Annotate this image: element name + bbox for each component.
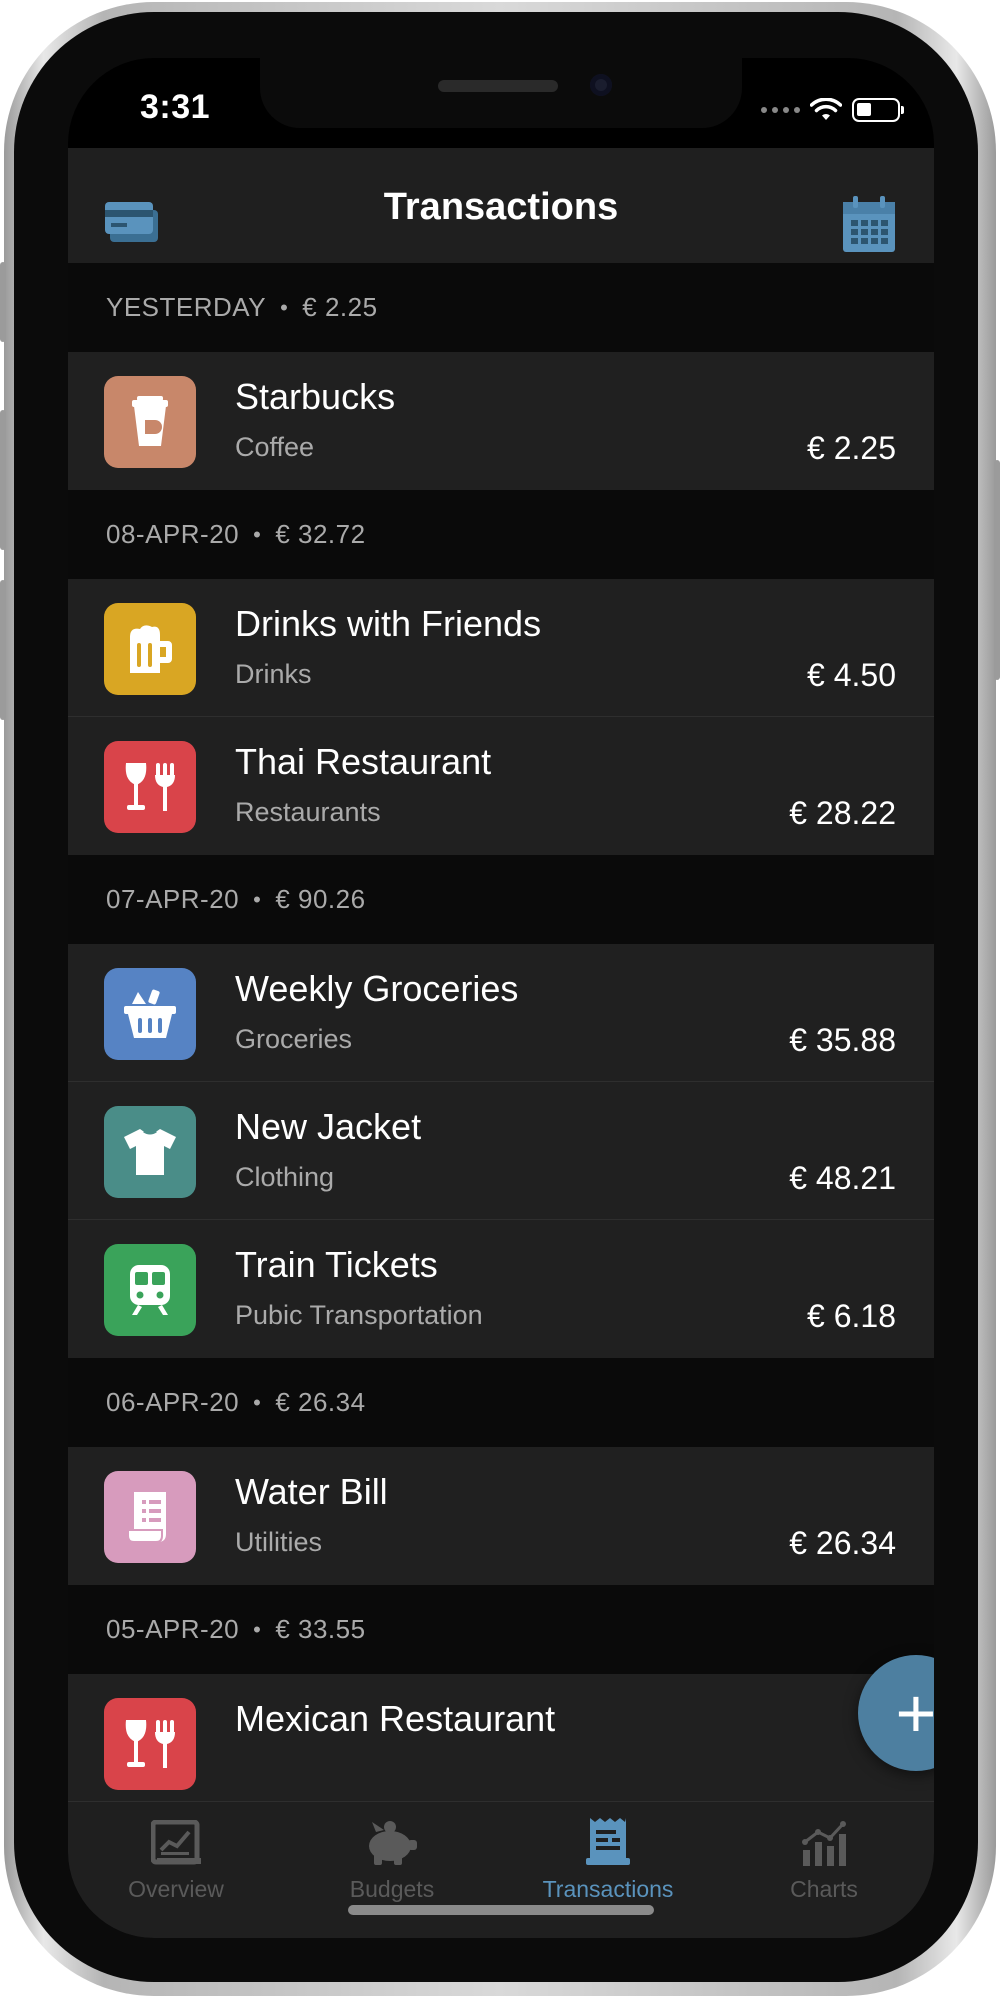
section-header: 06-APR-20 • € 26.34	[106, 1387, 366, 1417]
bill-receipt-icon	[104, 1471, 196, 1563]
volume-up-button	[0, 410, 6, 550]
section-date: 06-APR-20	[106, 1387, 240, 1417]
wifi-icon	[810, 98, 842, 120]
transaction-row[interactable]: New Jacket Clothing € 48.21	[68, 1082, 934, 1220]
tab-label: Transactions	[542, 1876, 674, 1902]
transaction-category: Drinks	[235, 659, 312, 689]
volume-down-button	[0, 580, 6, 720]
transaction-row[interactable]: Thai Restaurant Restaurants € 28.22	[68, 717, 934, 855]
tab-transactions[interactable]: Transactions	[500, 1816, 716, 1903]
section-date: 07-APR-20	[106, 884, 240, 914]
section-total: € 2.25	[302, 292, 378, 322]
grocery-basket-icon	[104, 968, 196, 1060]
section-06-apr-20: 06-APR-20 • € 26.34 Water Bill Utilities €…	[68, 1358, 934, 1585]
transaction-title: Drinks with Friends	[235, 603, 542, 644]
wine-fork-icon	[104, 741, 196, 833]
transaction-amount: € 35.88	[789, 1022, 896, 1058]
section-total: € 90.26	[275, 884, 366, 914]
receipt-icon	[500, 1816, 716, 1866]
tab-charts[interactable]: Charts	[716, 1816, 932, 1903]
section-05-apr-20: 05-APR-20 • € 33.55 Mexican Restaurant	[68, 1585, 934, 1801]
transaction-amount: € 4.50	[807, 657, 896, 693]
transaction-row[interactable]: Mexican Restaurant	[68, 1674, 934, 1801]
status-time: 3:31	[140, 88, 211, 126]
navigation-bar: Transactions	[68, 148, 934, 263]
section-date: 05-APR-20	[106, 1614, 240, 1644]
tab-label: Overview	[128, 1876, 224, 1902]
home-indicator[interactable]	[348, 1905, 654, 1915]
section-header: YESTERDAY • € 2.25	[106, 292, 378, 322]
section-header: 05-APR-20 • € 33.55	[106, 1614, 366, 1644]
transaction-title: Starbucks	[235, 376, 396, 417]
section-total: € 26.34	[275, 1387, 366, 1417]
overview-chart-icon	[68, 1816, 284, 1866]
train-icon	[104, 1244, 196, 1336]
transaction-title: Weekly Groceries	[235, 968, 519, 1009]
bar-chart-icon	[716, 1816, 932, 1866]
transaction-title: Water Bill	[235, 1471, 388, 1512]
notch	[260, 58, 742, 128]
transaction-row[interactable]: Starbucks Coffee € 2.25	[68, 352, 934, 490]
transaction-row[interactable]: Drinks with Friends Drinks € 4.50	[68, 579, 934, 717]
transaction-row[interactable]: Train Tickets Pubic Transportation € 6.1…	[68, 1220, 934, 1358]
section-header: 08-APR-20 • € 32.72	[106, 519, 366, 549]
transaction-title: Mexican Restaurant	[235, 1698, 556, 1739]
transaction-amount: € 28.22	[789, 795, 896, 831]
silent-switch	[0, 262, 6, 342]
section-yesterday: YESTERDAY • € 2.25 Starbucks Coffee € 2.25	[68, 263, 934, 490]
transaction-title: Thai Restaurant	[235, 741, 492, 782]
section-08-apr-20: 08-APR-20 • € 32.72 Drinks with Friends Dr…	[68, 490, 934, 855]
section-07-apr-20: 07-APR-20 • € 90.26 Weekly Groceries Groce…	[68, 855, 934, 1358]
transactions-list[interactable]: YESTERDAY • € 2.25 Starbucks Coffee € 2.25…	[68, 263, 934, 1801]
front-camera	[590, 74, 612, 96]
section-date: 08-APR-20	[106, 519, 240, 549]
transaction-amount: € 26.34	[789, 1525, 896, 1561]
tshirt-icon	[104, 1106, 196, 1198]
wine-fork-icon	[104, 1698, 196, 1790]
section-total: € 32.72	[275, 519, 366, 549]
transaction-category: Clothing	[235, 1162, 335, 1192]
transaction-amount: € 48.21	[789, 1160, 896, 1196]
screen: 3:31 Transactions YESTERDAY • € 2.25 Starb…	[68, 58, 934, 1938]
calendar-icon[interactable]	[842, 196, 896, 259]
page-title: Transactions	[383, 186, 619, 228]
transaction-row[interactable]: Weekly Groceries Groceries € 35.88	[68, 944, 934, 1082]
tab-label: Charts	[790, 1876, 858, 1902]
section-date: YESTERDAY	[106, 292, 267, 322]
section-total: € 33.55	[275, 1614, 366, 1644]
transaction-category: Coffee	[235, 432, 315, 462]
transaction-title: Train Tickets	[235, 1244, 438, 1285]
coffee-cup-icon	[104, 376, 196, 468]
tab-bar: Overview Budgets Transactions Charts	[68, 1801, 934, 1938]
transaction-amount: € 2.25	[807, 430, 896, 466]
transaction-amount: € 6.18	[807, 1298, 896, 1334]
tab-label: Budgets	[349, 1876, 435, 1902]
transaction-category: Groceries	[235, 1024, 353, 1054]
signal-icon	[761, 107, 800, 113]
transaction-category: Restaurants	[235, 797, 381, 827]
piggy-bank-icon	[284, 1816, 500, 1866]
transaction-title: New Jacket	[235, 1106, 422, 1147]
tab-overview[interactable]: Overview	[68, 1816, 284, 1903]
transaction-category: Pubic Transportation	[235, 1300, 483, 1330]
status-indicators	[761, 98, 904, 122]
speaker-grille	[438, 80, 558, 92]
power-button	[994, 460, 1000, 680]
beer-mug-icon	[104, 603, 196, 695]
transaction-row[interactable]: Water Bill Utilities € 26.34	[68, 1447, 934, 1585]
battery-icon	[852, 98, 904, 122]
section-header: 07-APR-20 • € 90.26	[106, 884, 366, 914]
transaction-category: Utilities	[235, 1527, 323, 1557]
tab-budgets[interactable]: Budgets	[284, 1816, 500, 1903]
